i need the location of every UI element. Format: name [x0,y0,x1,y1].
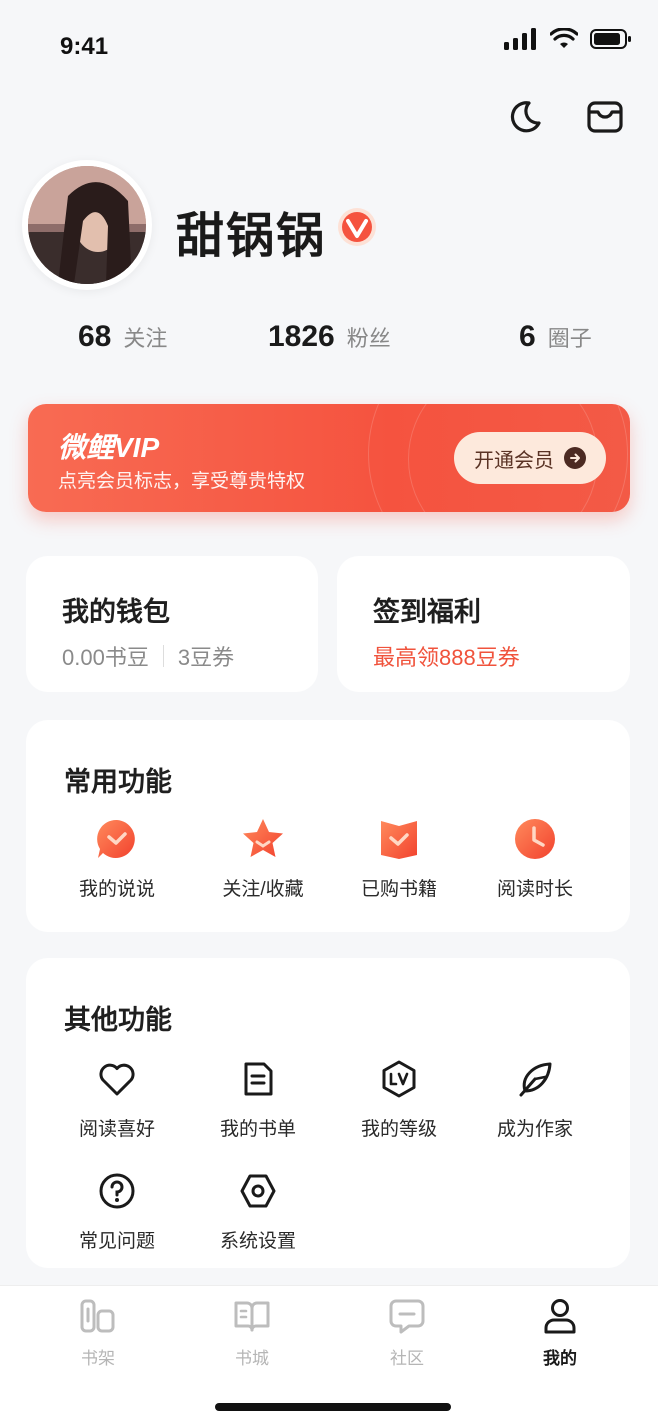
feature-label: 关注/收藏 [222,879,304,900]
feature-label: 我的说说 [78,879,155,900]
signin-title: 签到福利 [373,597,481,627]
username: 甜锅锅 [176,210,327,263]
feature-become-author[interactable]: 成为作家 [470,1056,600,1141]
home-indicator [215,1403,451,1411]
signal-icon [504,28,536,50]
avatar-image [28,166,146,284]
arrow-right-icon [564,447,586,469]
tab-bookstore[interactable]: 书城 [202,1296,302,1369]
chat-icon [387,1296,427,1336]
moon-icon [510,101,541,133]
clock-icon [512,816,558,862]
feature-faq[interactable]: 常见问题 [52,1168,182,1253]
user-icon [540,1296,580,1336]
feature-label: 阅读时长 [496,879,573,900]
message-button[interactable] [586,98,624,136]
feature-label: 常见问题 [78,1231,155,1252]
open-vip-label: 开通会员 [474,449,554,472]
tab-community[interactable]: 社区 [357,1296,457,1369]
stat-followers[interactable]: 1826 粉丝 [268,320,391,354]
feature-label: 阅读喜好 [78,1119,155,1140]
wallet-card[interactable]: 我的钱包 0.00书豆 3豆券 [26,556,318,692]
wallet-values: 0.00书豆 3豆券 [62,640,234,672]
document-icon [235,1056,281,1102]
tab-profile[interactable]: 我的 [510,1296,610,1369]
stat-following[interactable]: 68 关注 [78,320,167,354]
feature-my-booklist[interactable]: 我的书单 [193,1056,323,1141]
feature-label: 成为作家 [496,1119,573,1140]
stat-circles[interactable]: 6 圈子 [519,320,592,354]
wifi-icon [550,28,578,48]
feature-label: 已购书籍 [360,879,437,900]
tab-label: 书城 [235,1349,269,1368]
divider [162,645,164,667]
status-time: 9:41 [60,33,109,60]
wallet-coupons: 3豆券 [177,645,235,670]
common-features-title: 常用功能 [64,767,172,797]
book-icon [376,816,422,862]
stat-label: 关注 [123,326,168,351]
feature-label: 我的书单 [219,1119,296,1140]
feature-my-posts[interactable]: 我的说说 [52,816,182,901]
dark-mode-button[interactable] [506,98,544,136]
status-bar: 9:41 [0,0,658,90]
open-book-icon [232,1296,272,1336]
star-icon [240,816,286,862]
feature-reading-time[interactable]: 阅读时长 [470,816,600,901]
level-icon [376,1056,422,1102]
status-icons [504,28,632,50]
bookshelf-icon [78,1296,118,1336]
stat-number: 68 [78,320,112,353]
avatar[interactable] [22,160,152,290]
open-vip-button[interactable]: 开通会员 [454,432,606,484]
mail-icon [587,101,623,133]
stat-number: 1826 [268,320,335,353]
tab-label: 书架 [81,1349,115,1368]
feature-follow-favorites[interactable]: 关注/收藏 [198,816,328,901]
common-features-card: 常用功能 我的说说 关注/收藏 已购书籍 阅读时长 [26,720,630,932]
tab-bookshelf[interactable]: 书架 [48,1296,148,1369]
battery-icon [590,29,631,49]
feather-icon [512,1056,558,1102]
signin-subtitle: 最高领888豆券 [373,645,520,670]
profile-stats: 68 关注 1826 粉丝 6 圈子 [0,320,658,376]
top-actions [506,98,624,136]
feature-settings[interactable]: 系统设置 [193,1168,323,1253]
signin-card[interactable]: 签到福利 最高领888豆券 [337,556,630,692]
vip-banner[interactable]: 微鲤VIP 点亮会员标志，享受尊贵特权 开通会员 [28,404,630,512]
wallet-beans: 0.00书豆 [62,645,149,670]
tab-label: 社区 [390,1349,424,1368]
stat-label: 圈子 [547,326,592,351]
vip-badge-icon [337,207,377,247]
feature-my-level[interactable]: 我的等级 [334,1056,464,1141]
tab-label: 我的 [543,1349,577,1368]
feature-purchased-books[interactable]: 已购书籍 [334,816,464,901]
stat-label: 粉丝 [346,326,391,351]
feature-label: 我的等级 [360,1119,437,1140]
stat-number: 6 [519,320,536,353]
question-icon [94,1168,140,1214]
settings-icon [235,1168,281,1214]
wallet-title: 我的钱包 [62,597,170,627]
heart-icon [94,1056,140,1102]
feature-reading-preferences[interactable]: 阅读喜好 [52,1056,182,1141]
vip-subtitle: 点亮会员标志，享受尊贵特权 [58,471,306,492]
feature-label: 系统设置 [219,1231,296,1252]
vip-title: 微鲤VIP [58,432,160,463]
other-features-title: 其他功能 [64,1005,172,1035]
comment-clock-icon [94,816,140,862]
other-features-card: 其他功能 阅读喜好 我的书单 我的等级 成为作家 常见问题 系统设置 [26,958,630,1268]
